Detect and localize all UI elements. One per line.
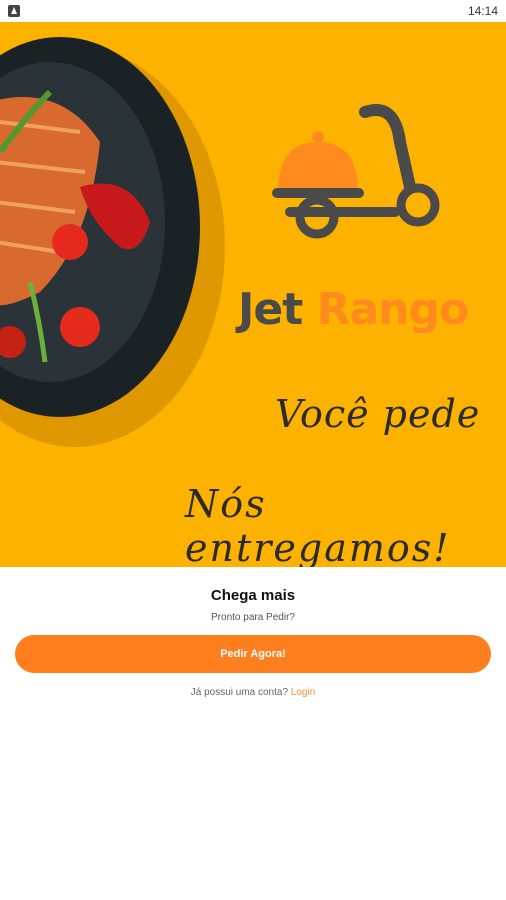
delivery-logo-icon	[272, 104, 440, 239]
hero-banner: Jet Rango Você pede Nós entregamos!	[0, 22, 506, 567]
welcome-panel: Chega mais Pronto para Pedir? Pedir Agor…	[0, 567, 506, 900]
login-prompt-line: Já possui uma conta? Login	[0, 687, 506, 698]
tagline-line-2: Nós entregamos!	[185, 482, 451, 567]
login-link[interactable]: Login	[291, 687, 315, 698]
tomato-icon	[60, 307, 100, 347]
order-now-button[interactable]: Pedir Agora!	[15, 635, 491, 673]
brand-name-rango: Rango	[316, 284, 470, 335]
tagline-line-1: Você pede	[275, 392, 481, 436]
brand-name-jet: Jet	[238, 284, 303, 335]
page-title: Chega mais	[210, 587, 296, 604]
login-prompt-text: Já possui uma conta?	[190, 687, 289, 698]
status-time: 14:14	[467, 4, 498, 18]
brand-logo: Jet Rango	[238, 284, 470, 335]
page-subtitle: Pronto para Pedir?	[211, 612, 295, 623]
notification-icon	[8, 5, 20, 17]
tomato-icon	[52, 224, 88, 260]
status-bar: 14:14	[0, 0, 506, 22]
